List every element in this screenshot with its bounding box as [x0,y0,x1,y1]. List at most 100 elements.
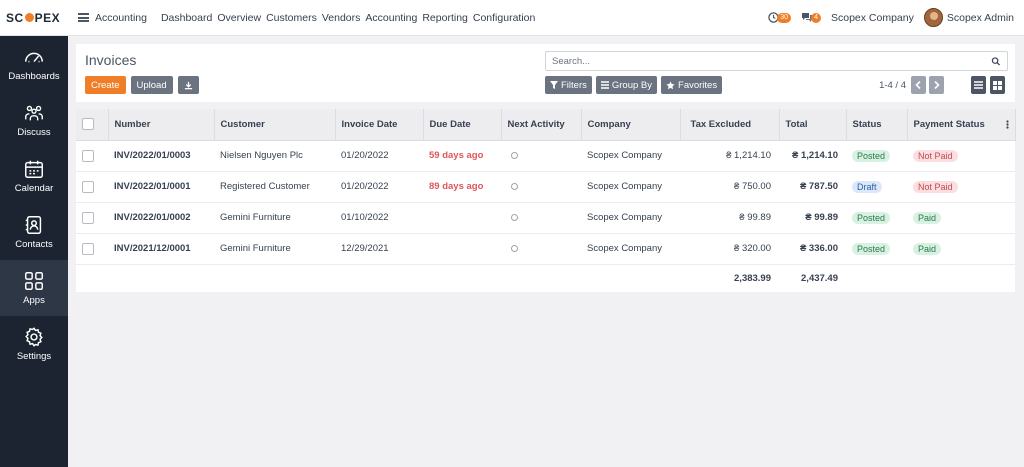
column-header-payment-status-label: Payment Status [913,118,985,130]
messages-button[interactable]: 4 [801,12,821,23]
status-badge: Posted [852,242,891,255]
group-by-button[interactable]: Group By [595,76,658,94]
table-row[interactable]: INV/2022/01/0002 Gemini Furniture 01/10/… [76,202,1015,234]
column-header-number[interactable]: Number [108,109,215,141]
column-header-tax-excluded[interactable]: Tax Excluded [680,109,780,141]
app-name[interactable]: Accounting [95,12,147,24]
cell-due-date: 89 days ago [423,171,501,203]
cell-total: ₴ 336.00 [779,233,846,265]
cell-total: ₴ 1,214.10 [779,140,846,172]
filters-label: Filters [561,79,587,91]
activity-clock-icon[interactable] [511,151,518,159]
cell-customer: Gemini Furniture [214,233,335,265]
download-button[interactable] [177,76,199,94]
logo-circle [24,13,34,22]
menu-reporting[interactable]: Reporting [422,12,468,24]
pager-value[interactable]: 1-4 / 4 [879,80,906,91]
cell-customer: Nielsen Nguyen Plc [214,140,335,172]
sidebar-item-apps[interactable]: Apps [0,260,68,316]
cell-due-date: 59 days ago [423,140,501,172]
column-header-total[interactable]: Total [779,109,847,141]
cell-next-activity [501,202,581,234]
pager-previous-button[interactable] [911,76,926,94]
activity-count-badge: 30 [777,12,792,23]
menu-customers[interactable]: Customers [266,12,317,24]
cell-next-activity [501,171,581,203]
activity-clock-icon[interactable] [511,213,518,221]
systray: 30 4 Scopex Company Scopex Admin [768,8,1024,27]
activity-button[interactable]: 30 [768,12,792,23]
list-view-button[interactable] [971,76,986,94]
pager-next-button[interactable] [929,76,944,94]
star-icon [666,80,675,89]
activity-clock-icon[interactable] [511,244,518,252]
kanban-view-button[interactable] [990,76,1005,94]
upload-button[interactable]: Upload [130,76,173,94]
table-row[interactable]: INV/2022/01/0003 Nielsen Nguyen Plc 01/2… [76,140,1015,172]
menu-vendors[interactable]: Vendors [322,12,361,24]
sidebar-item-settings[interactable]: Settings [0,316,68,372]
cell-invoice-date: 12/29/2021 [335,233,423,265]
status-badge: Posted [852,149,891,162]
sidebar-item-dashboards[interactable]: Dashboards [0,36,68,92]
menu-dashboard[interactable]: Dashboard [161,12,212,24]
row-checkbox[interactable] [82,149,94,162]
top-menu: Dashboard Overview Customers Vendors Acc… [161,12,535,24]
cell-payment-status: Paid [907,202,1015,234]
cell-status: Posted [846,202,907,234]
sidebar-item-label: Calendar [14,183,54,194]
column-header-due-date[interactable]: Due Date [423,109,502,141]
company-switcher[interactable]: Scopex Company [831,12,914,24]
sidebar-item-calendar[interactable]: Calendar [0,148,68,204]
column-header-status[interactable]: Status [846,109,908,141]
row-checkbox[interactable] [82,242,94,255]
column-header-next-activity[interactable]: Next Activity [501,109,582,141]
menu-toggle-icon[interactable] [78,13,89,22]
table-row[interactable]: INV/2022/01/0001 Registered Customer 01/… [76,171,1015,203]
optional-columns-icon[interactable] [1005,120,1009,129]
search-icon[interactable] [989,56,1003,66]
cell-payment-status: Not Paid [907,140,1015,172]
menu-configuration[interactable]: Configuration [473,12,535,24]
column-header-payment-status[interactable]: Payment Status [907,109,1016,141]
apps-grid-icon [25,272,43,290]
action-buttons: Create Upload [85,76,199,94]
table-header: Number Customer Invoice Date Due Date Ne… [76,109,1016,141]
favorites-button[interactable]: Favorites [661,76,723,94]
cell-payment-status: Paid [907,233,1015,265]
cell-number: INV/2021/12/0001 [108,233,214,265]
cell-tax-excluded: ₴ 320.00 [680,233,779,265]
filter-icon [550,81,558,89]
status-badge: Posted [852,211,891,224]
cell-number: INV/2022/01/0001 [108,171,214,203]
cell-next-activity [501,233,581,265]
sidebar-item-contacts[interactable]: Contacts [0,204,68,260]
user-menu[interactable]: Scopex Admin [947,12,1014,24]
menu-overview[interactable]: Overview [217,12,261,24]
cell-status: Posted [846,140,907,172]
page-title: Invoices [85,52,137,68]
create-button[interactable]: Create [85,76,126,94]
select-all-checkbox[interactable] [82,118,94,131]
payment-status-badge: Not Paid [913,149,958,162]
column-header-invoice-date[interactable]: Invoice Date [335,109,424,141]
filters-button[interactable]: Filters [545,76,592,94]
activity-clock-icon[interactable] [511,182,518,190]
cell-number: INV/2022/01/0003 [108,140,214,172]
chevron-left-icon [915,81,921,89]
row-checkbox[interactable] [82,180,94,193]
logo[interactable]: SC PEX [0,11,68,25]
search-input[interactable] [546,55,989,67]
cell-customer: Gemini Furniture [214,202,335,234]
avatar[interactable] [923,8,943,27]
menu-accounting[interactable]: Accounting [365,12,417,24]
table-row[interactable]: INV/2021/12/0001 Gemini Furniture 12/29/… [76,233,1015,265]
sidebar-item-label: Settings [16,351,52,362]
column-header-customer[interactable]: Customer [214,109,336,141]
cell-total: ₴ 99.89 [779,202,846,234]
cell-tax-excluded: ₴ 750.00 [680,171,779,203]
row-checkbox[interactable] [82,211,94,224]
sidebar-item-discuss[interactable]: Discuss [0,92,68,148]
cell-invoice-date: 01/20/2022 [335,140,423,172]
column-header-company[interactable]: Company [581,109,681,141]
